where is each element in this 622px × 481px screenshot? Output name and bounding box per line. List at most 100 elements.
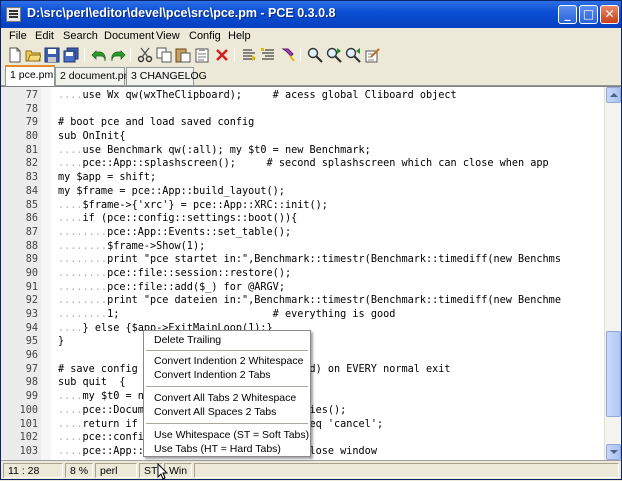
new-file-icon[interactable] xyxy=(7,47,23,63)
menu-file[interactable]: File xyxy=(9,30,27,42)
code-content: my $app = shift; xyxy=(58,172,157,184)
line-number: 87 xyxy=(25,226,38,238)
cut-icon[interactable] xyxy=(137,47,153,63)
scroll-thumb[interactable] xyxy=(606,331,621,417)
indent-guide: .... xyxy=(58,432,83,444)
line-number: 79 xyxy=(25,117,38,129)
find-prev-icon[interactable] xyxy=(345,47,361,63)
menu-item-spaces-to-tabs[interactable]: Convert All Spaces 2 Tabs xyxy=(154,406,276,418)
delete-icon[interactable] xyxy=(214,47,230,63)
code-line[interactable]: 82 ....pce::App::splashscreen(); # second… xyxy=(1,157,604,171)
line-number: 95 xyxy=(25,336,38,348)
code-line[interactable]: 91 ........pce::file::add($_) for @ARGV; xyxy=(1,281,604,295)
scroll-down-button[interactable] xyxy=(606,444,621,460)
menu-config[interactable]: Config xyxy=(189,30,221,42)
application-window: D:\src\perl\editor\devel\pce\src\pce.pm … xyxy=(0,0,622,480)
indent-guide: ........ xyxy=(58,295,108,307)
indent-guide: .... xyxy=(58,418,83,430)
copy-icon[interactable] xyxy=(156,47,172,63)
line-number: 89 xyxy=(25,254,38,266)
menu-item-indention-to-tabs[interactable]: Convert Indention 2 Tabs xyxy=(154,369,271,381)
code-text: ....use Wx qw(wxTheClipboard); # acess g… xyxy=(58,89,457,103)
code-text: ........print "pce dateien in:",Benchmar… xyxy=(58,294,561,308)
save-all-icon[interactable] xyxy=(63,47,79,63)
line-number: 101 xyxy=(19,418,38,430)
code-line[interactable]: 87 ........pce::App::Events::set_table(); xyxy=(1,226,604,240)
code-line[interactable]: 77 ....use Wx qw(wxTheClipboard); # acess… xyxy=(1,89,604,103)
menu-item-indention-to-whitespace[interactable]: Convert Indention 2 Whitespace xyxy=(154,355,303,367)
open-file-icon[interactable] xyxy=(25,47,41,63)
replace-icon[interactable] xyxy=(365,47,381,63)
code-content: 1; # everything is good xyxy=(107,309,396,320)
tab-document-pm[interactable]: 2 document.pm xyxy=(55,67,132,85)
menu-search[interactable]: Search xyxy=(63,30,98,42)
brush-icon[interactable] xyxy=(280,47,296,63)
line-number: 99 xyxy=(25,391,38,403)
menu-item-use-soft-tabs[interactable]: Use Whitespace (ST = Soft Tabs) xyxy=(154,429,309,441)
toolbar-separator xyxy=(84,48,85,62)
code-text: ........1; # everything is good xyxy=(58,308,395,322)
code-line[interactable]: 93 ........1; # everything is good xyxy=(1,308,604,322)
undo-icon[interactable] xyxy=(91,47,107,63)
code-line[interactable]: 80 sub OnInit{ xyxy=(1,130,604,144)
menu-edit[interactable]: Edit xyxy=(35,30,54,42)
code-line[interactable]: 79 # boot pce and load saved config xyxy=(1,116,604,130)
code-line[interactable]: 81 ....use Benchmark qw(:all); my $t0 = n… xyxy=(1,144,604,158)
app-icon xyxy=(6,7,21,22)
code-content: $frame->Show(1); xyxy=(107,240,206,252)
code-line[interactable]: 89 ........print "pce startet in:",Benchm… xyxy=(1,253,604,267)
clipboard-icon[interactable] xyxy=(194,47,210,63)
title-bar[interactable]: D:\src\perl\editor\devel\pce\src\pce.pm … xyxy=(1,1,621,28)
code-line[interactable]: 92 ........print "pce dateien in:",Benchm… xyxy=(1,294,604,308)
line-number: 86 xyxy=(25,213,38,225)
indent-guide: .... xyxy=(58,90,83,101)
menu-help[interactable]: Help xyxy=(228,30,251,42)
code-text: ........$frame->Show(1); xyxy=(58,240,205,254)
code-line[interactable]: 85 ....$frame->{'xrc'} = pce::App::XRC::i… xyxy=(1,199,604,213)
code-line[interactable]: 83 my $app = shift; xyxy=(1,171,604,185)
status-percent: 8 % xyxy=(65,463,93,478)
code-line[interactable]: 84 my $frame = pce::App::build_layout(); xyxy=(1,185,604,199)
menu-item-delete-trailing[interactable]: Delete Trailing xyxy=(154,334,221,346)
close-button[interactable]: ✕ xyxy=(600,5,619,24)
indent-guide: ........ xyxy=(58,240,108,252)
code-text: ....use Benchmark qw(:all); my $t0 = new… xyxy=(58,144,371,158)
save-icon[interactable] xyxy=(44,47,60,63)
code-line[interactable]: 86 ....if (pce::config::settings::boot())… xyxy=(1,212,604,226)
code-text: ....if (pce::config::settings::boot()){ xyxy=(58,212,297,226)
menu-document[interactable]: Document xyxy=(104,30,154,42)
uncomment-icon[interactable] xyxy=(260,47,276,63)
code-content: pce::confi xyxy=(82,432,144,444)
redo-icon[interactable] xyxy=(110,47,126,63)
menu-item-use-hard-tabs[interactable]: Use Tabs (HT = Hard Tabs) xyxy=(154,443,281,455)
menu-view[interactable]: View xyxy=(156,30,180,42)
status-cursor-position: 11 : 28 xyxy=(3,463,63,478)
tab-pce-pm[interactable]: 1 pce.pm xyxy=(5,65,55,86)
line-number: 80 xyxy=(25,131,38,143)
find-next-icon[interactable] xyxy=(326,47,342,63)
minimize-button[interactable]: _ xyxy=(558,5,577,24)
menu-item-tabs-to-whitespace[interactable]: Convert All Tabs 2 Whitespace xyxy=(154,392,296,404)
code-line[interactable]: 90 ........pce::file::session::restore(); xyxy=(1,267,604,281)
code-content: pce::App::splashscreen(); # second splas… xyxy=(82,158,549,170)
code-line[interactable]: 78 xyxy=(1,103,604,117)
code-content: pce::file::session::restore(); xyxy=(107,267,292,279)
code-text: ........pce::file::add($_) for @ARGV; xyxy=(58,281,285,295)
code-text: ........pce::file::session::restore(); xyxy=(58,267,291,281)
vertical-scrollbar[interactable] xyxy=(604,87,621,460)
indent-guide: .... xyxy=(58,404,83,416)
tab-changelog[interactable]: 3 CHANGELOG xyxy=(126,67,207,85)
maximize-button[interactable]: □ xyxy=(579,5,598,24)
comment-icon[interactable] xyxy=(241,47,257,63)
scroll-up-button[interactable] xyxy=(606,87,621,103)
code-editor[interactable]: 77 ....use Wx qw(wxTheClipboard); # acess… xyxy=(1,86,621,460)
find-icon[interactable] xyxy=(307,47,323,63)
code-line[interactable]: 88 ........$frame->Show(1); xyxy=(1,240,604,254)
paste-icon[interactable] xyxy=(175,47,191,63)
line-number: 90 xyxy=(25,267,38,279)
status-language[interactable]: perl xyxy=(95,463,137,478)
code-text: my $frame = pce::App::build_layout(); xyxy=(58,185,285,199)
line-number: 93 xyxy=(25,309,38,320)
code-content: $frame->{'xrc'} = pce::App::XRC::init(); xyxy=(82,199,328,211)
line-number: 77 xyxy=(25,90,38,101)
